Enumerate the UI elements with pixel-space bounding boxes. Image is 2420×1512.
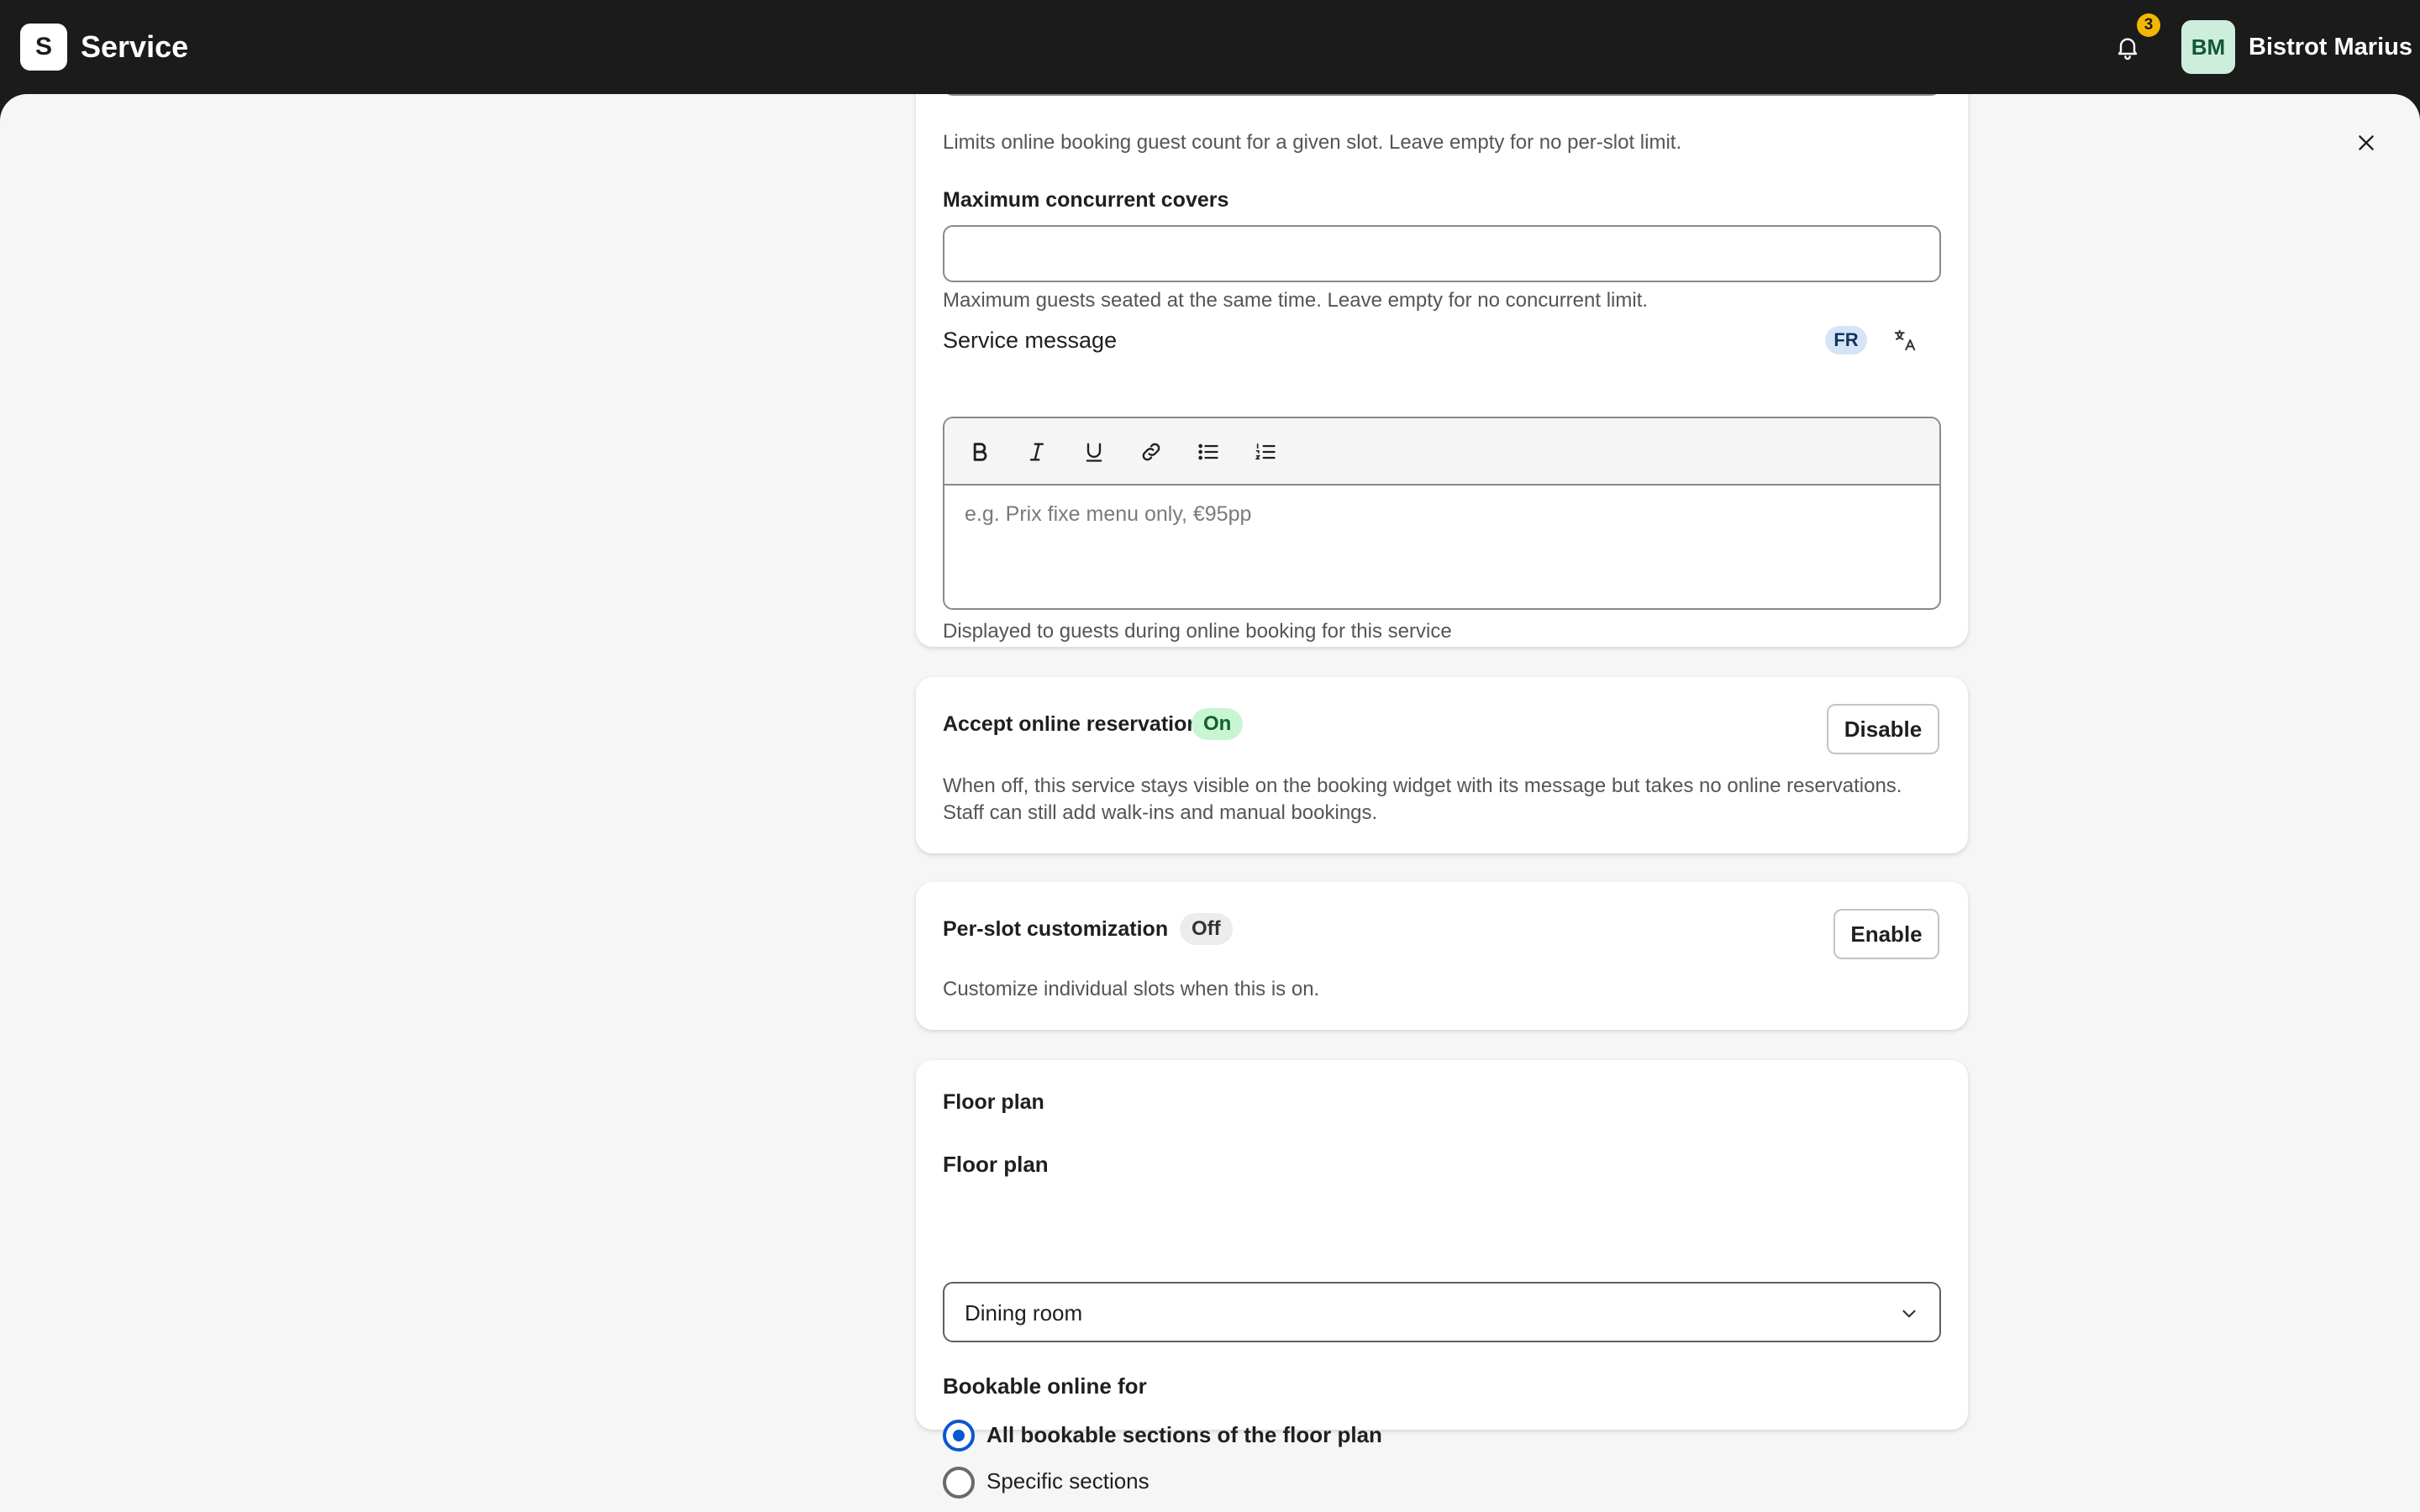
user-name[interactable]: Bistrot Marius bbox=[2249, 32, 2412, 62]
language-badge[interactable]: FR bbox=[1825, 326, 1867, 354]
underline-icon bbox=[1086, 443, 1102, 462]
max-concurrent-input[interactable] bbox=[943, 225, 1941, 282]
service-settings-card: Limits online booking guest count for a … bbox=[916, 94, 1968, 647]
per-slot-title: Per-slot customization bbox=[943, 917, 1169, 941]
max-concurrent-help: Maximum guests seated at the same time. … bbox=[943, 289, 1649, 312]
top-bar: S Service 3 BM Bistrot Marius bbox=[0, 0, 2420, 94]
online-reservations-title: Accept online reservations bbox=[943, 712, 1212, 736]
numbered-list-button[interactable] bbox=[1249, 435, 1282, 469]
service-message-help: Displayed to guests during online bookin… bbox=[943, 620, 1452, 643]
online-reservations-card: Accept online reservations On Disable Wh… bbox=[916, 677, 1968, 853]
chevron-down-icon bbox=[1897, 1302, 1921, 1326]
editor-body[interactable]: e.g. Prix fixe menu only, €95pp bbox=[944, 486, 1939, 608]
per-slot-description: Customize individual slots when this is … bbox=[943, 978, 1320, 1000]
italic-button[interactable] bbox=[1020, 435, 1054, 469]
app-title: Service bbox=[81, 29, 189, 64]
bookable-online-label: Bookable online for bbox=[943, 1373, 1147, 1399]
status-badge: Off bbox=[1180, 913, 1233, 945]
floor-plan-field-label: Floor plan bbox=[943, 1152, 1049, 1177]
status-badge: On bbox=[1192, 708, 1244, 740]
max-concurrent-label: Maximum concurrent covers bbox=[943, 188, 1229, 212]
service-message-editor: e.g. Prix fixe menu only, €95pp bbox=[943, 417, 1941, 610]
online-reservations-description-line2: Staff can still add walk-ins and manual … bbox=[943, 801, 1378, 824]
floor-plan-section-title: Floor plan bbox=[943, 1090, 1044, 1114]
close-icon bbox=[2359, 135, 2374, 150]
italic-icon bbox=[1029, 443, 1044, 461]
per-slot-customization-card: Per-slot customization Off Enable Custom… bbox=[916, 882, 1968, 1030]
underline-button[interactable] bbox=[1077, 435, 1111, 469]
online-reservations-description-line1: When off, this service stays visible on … bbox=[943, 774, 1902, 797]
editor-toolbar bbox=[944, 418, 1939, 486]
slot-limit-input[interactable] bbox=[943, 94, 1941, 96]
bell-icon bbox=[2118, 38, 2138, 60]
avatar[interactable]: BM bbox=[2181, 20, 2235, 74]
floor-plan-selected-value: Dining room bbox=[965, 1300, 1083, 1326]
radio-specific-sections-label[interactable]: Specific sections bbox=[986, 1467, 1150, 1495]
translate-icon bbox=[1894, 329, 1916, 351]
radio-specific-sections[interactable] bbox=[943, 1467, 975, 1499]
numbered-list-icon bbox=[1255, 443, 1276, 459]
bulleted-list-button[interactable] bbox=[1192, 435, 1225, 469]
close-button[interactable] bbox=[2348, 124, 2385, 161]
translate-button[interactable] bbox=[1891, 326, 1919, 354]
radio-all-sections-label[interactable]: All bookable sections of the floor plan bbox=[986, 1421, 1382, 1448]
service-message-label: Service message bbox=[943, 328, 1118, 353]
link-button[interactable] bbox=[1134, 435, 1168, 469]
disable-button[interactable]: Disable bbox=[1827, 704, 1939, 754]
floor-plan-select[interactable]: Dining room bbox=[943, 1282, 1941, 1342]
bold-icon bbox=[973, 443, 987, 461]
slot-limit-help: Limits online booking guest count for a … bbox=[943, 131, 1682, 154]
enable-button[interactable]: Enable bbox=[1833, 909, 1939, 959]
notification-count-badge: 3 bbox=[2137, 13, 2160, 37]
radio-all-sections[interactable] bbox=[943, 1420, 975, 1452]
editor-placeholder: e.g. Prix fixe menu only, €95pp bbox=[965, 502, 1252, 526]
bulleted-list-icon bbox=[1198, 444, 1218, 460]
bold-button[interactable] bbox=[963, 435, 997, 469]
floor-plan-card: Floor plan Floor plan Dining room Bookab… bbox=[916, 1060, 1968, 1499]
service-sheet: Limits online booking guest count for a … bbox=[0, 94, 2420, 1512]
app-logo[interactable]: S bbox=[20, 24, 67, 71]
link-icon bbox=[1142, 443, 1160, 461]
